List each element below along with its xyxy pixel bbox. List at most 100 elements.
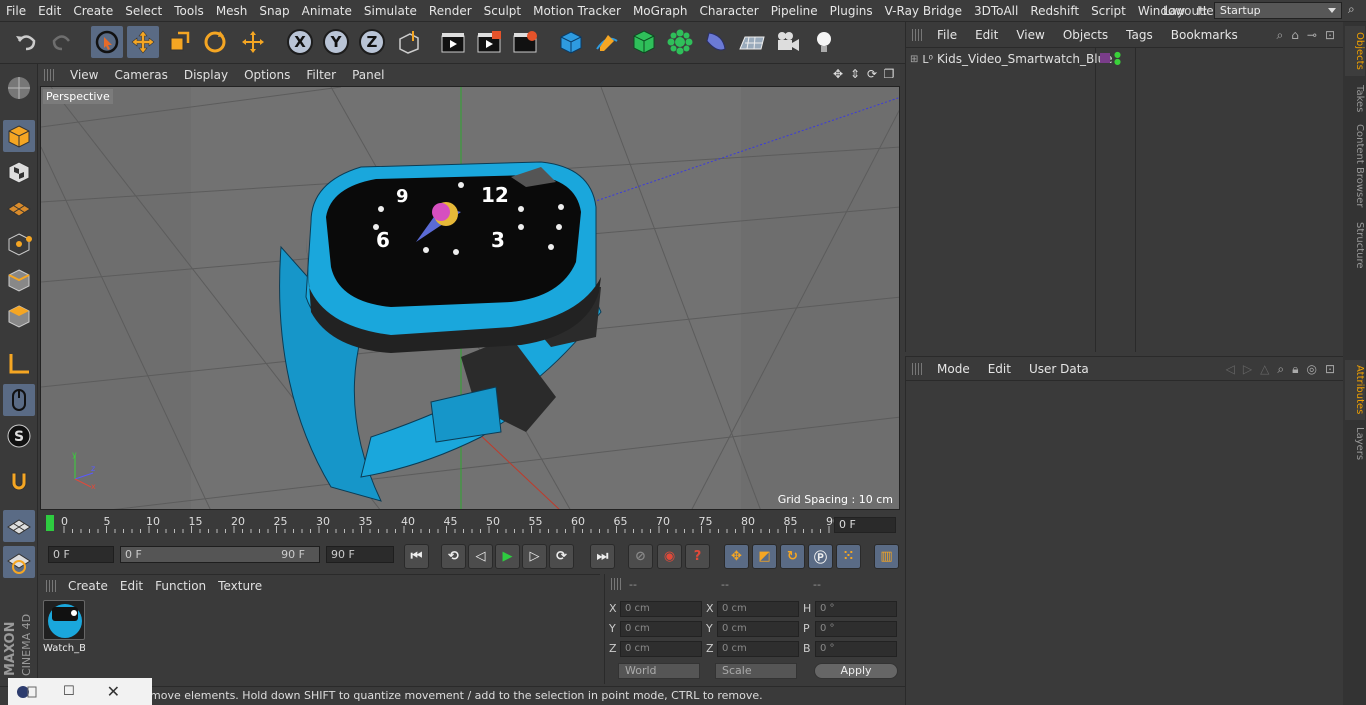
layout-dropdown[interactable]: Startup [1213, 2, 1342, 19]
current-frame-field[interactable]: 0 F [834, 517, 896, 533]
target-icon[interactable]: ◎ [1306, 362, 1316, 377]
object-menu-tags[interactable]: Tags [1117, 28, 1162, 42]
forward-arrow-icon[interactable]: ▷ [1243, 362, 1252, 377]
texture-mode-button[interactable] [3, 156, 35, 188]
render-settings-button[interactable] [509, 26, 541, 58]
search-icon[interactable]: ⌕ [1277, 28, 1284, 43]
x-axis-lock-button[interactable]: X [284, 26, 316, 58]
deformer-button[interactable] [700, 26, 732, 58]
menu-sculpt[interactable]: Sculpt [478, 4, 527, 18]
attribute-menu-user-data[interactable]: User Data [1020, 362, 1098, 376]
y-size-field[interactable]: 0 cm [717, 621, 799, 637]
material-thumbnail[interactable] [43, 600, 85, 640]
menu-render[interactable]: Render [423, 4, 478, 18]
material-menu-edit[interactable]: Edit [114, 579, 149, 593]
coordinate-system-button[interactable] [393, 26, 425, 58]
menu-tools[interactable]: Tools [168, 4, 210, 18]
z-size-field[interactable]: 0 cm [717, 641, 799, 657]
viewport-menu-filter[interactable]: Filter [298, 68, 344, 82]
menu-mesh[interactable]: Mesh [210, 4, 254, 18]
go-to-end-button[interactable]: ⏭ [590, 544, 615, 569]
next-key-button[interactable]: ⟳ [549, 544, 574, 569]
end-frame-field[interactable]: 90 F [326, 546, 394, 563]
material-name[interactable]: Watch_B [43, 643, 85, 654]
maximize-window-icon[interactable]: ☐ [63, 684, 75, 699]
viewport-menu-display[interactable]: Display [176, 68, 236, 82]
app-taskbar-icon[interactable] [17, 684, 37, 700]
search-icon[interactable]: ⌕ [1348, 2, 1355, 17]
live-selection-button[interactable] [91, 26, 123, 58]
record-position-button[interactable]: ✥ [724, 544, 749, 569]
keyframe-selection-button[interactable]: ? [685, 544, 710, 569]
next-frame-button[interactable]: ▷ [522, 544, 547, 569]
record-parameter-button[interactable]: Ⓟ [808, 544, 833, 569]
floor-button[interactable] [736, 26, 768, 58]
rotate-tool-button[interactable] [199, 26, 231, 58]
panel-grip-icon[interactable] [611, 578, 623, 590]
size-mode-dropdown[interactable]: Scale [715, 663, 797, 679]
material-menu-create[interactable]: Create [62, 579, 114, 593]
edges-mode-button[interactable] [3, 264, 35, 296]
menu-script[interactable]: Script [1085, 4, 1132, 18]
menu-pipeline[interactable]: Pipeline [765, 4, 824, 18]
pen-spline-button[interactable] [591, 26, 623, 58]
layer-color-tag[interactable] [1100, 53, 1110, 63]
frame-range-slider[interactable]: 0 F 90 F [120, 546, 320, 563]
menu-3dtoall[interactable]: 3DToAll [968, 4, 1024, 18]
pan-icon[interactable]: ✥ [831, 67, 845, 81]
h-rotation-field[interactable]: 0 ° [815, 601, 897, 617]
new-window-icon[interactable]: ⊡ [1325, 28, 1335, 43]
close-window-icon[interactable]: ✕ [107, 682, 120, 701]
expand-icon[interactable]: ⊞ [910, 54, 918, 65]
panel-grip-icon[interactable] [912, 28, 924, 41]
record-point-level-button[interactable]: ⁙ [836, 544, 861, 569]
tab-structure[interactable]: Structure [1345, 218, 1365, 272]
p-rotation-field[interactable]: 0 ° [815, 621, 897, 637]
start-frame-field[interactable]: 0 F [48, 546, 114, 563]
visibility-dots-icon[interactable]: ● ● [1114, 51, 1121, 66]
menu-v-ray-bridge[interactable]: V-Ray Bridge [879, 4, 968, 18]
menu-character[interactable]: Character [693, 4, 764, 18]
previous-key-button[interactable]: ⟲ [441, 544, 466, 569]
apply-button[interactable]: Apply [814, 663, 898, 679]
object-menu-view[interactable]: View [1007, 28, 1053, 42]
previous-frame-button[interactable]: ◁ [468, 544, 493, 569]
object-menu-objects[interactable]: Objects [1054, 28, 1117, 42]
cube-object-button[interactable] [555, 26, 587, 58]
perspective-viewport[interactable]: 9 12 3 6 y z x Perspective Grid Spacing … [40, 86, 900, 510]
search-icon[interactable]: ⌕ [1277, 362, 1284, 377]
menu-snap[interactable]: Snap [253, 4, 295, 18]
tab-layers[interactable]: Layers [1345, 424, 1365, 464]
panel-grip-icon[interactable] [912, 362, 924, 375]
light-button[interactable] [808, 26, 840, 58]
cloner-button[interactable] [664, 26, 696, 58]
redo-button[interactable] [46, 26, 78, 58]
menu-mograph[interactable]: MoGraph [627, 4, 694, 18]
menu-file[interactable]: File [0, 4, 32, 18]
scale-tool-button[interactable] [163, 26, 195, 58]
menu-animate[interactable]: Animate [296, 4, 358, 18]
maximize-icon[interactable]: ❐ [882, 67, 896, 81]
polygons-mode-button[interactable] [3, 300, 35, 332]
undo-button[interactable] [10, 26, 42, 58]
render-view-button[interactable] [437, 26, 469, 58]
orbit-icon[interactable]: ⟳ [865, 67, 879, 81]
x-position-field[interactable]: 0 cm [620, 601, 702, 617]
home-icon[interactable]: ⌂ [1291, 28, 1299, 43]
menu-redshift[interactable]: Redshift [1024, 4, 1085, 18]
coordinate-space-dropdown[interactable]: World [618, 663, 700, 679]
viewport-menu-view[interactable]: View [62, 68, 106, 82]
go-to-start-button[interactable]: ⏮ [404, 544, 429, 569]
panel-grip-icon[interactable] [44, 69, 56, 81]
points-mode-button[interactable] [3, 228, 35, 260]
back-arrow-icon[interactable]: ◁ [1226, 362, 1235, 377]
autokeying-button[interactable]: ◉ [657, 544, 682, 569]
z-position-field[interactable]: 0 cm [620, 641, 702, 657]
move-tool-button[interactable] [127, 26, 159, 58]
axis-mode-button[interactable] [3, 348, 35, 380]
record-scale-button[interactable]: ◩ [752, 544, 777, 569]
snap-mode-button[interactable]: S [3, 420, 35, 452]
workplane-mode-button[interactable] [3, 192, 35, 224]
dolly-icon[interactable]: ⇕ [848, 67, 862, 81]
material-menu-texture[interactable]: Texture [212, 579, 268, 593]
